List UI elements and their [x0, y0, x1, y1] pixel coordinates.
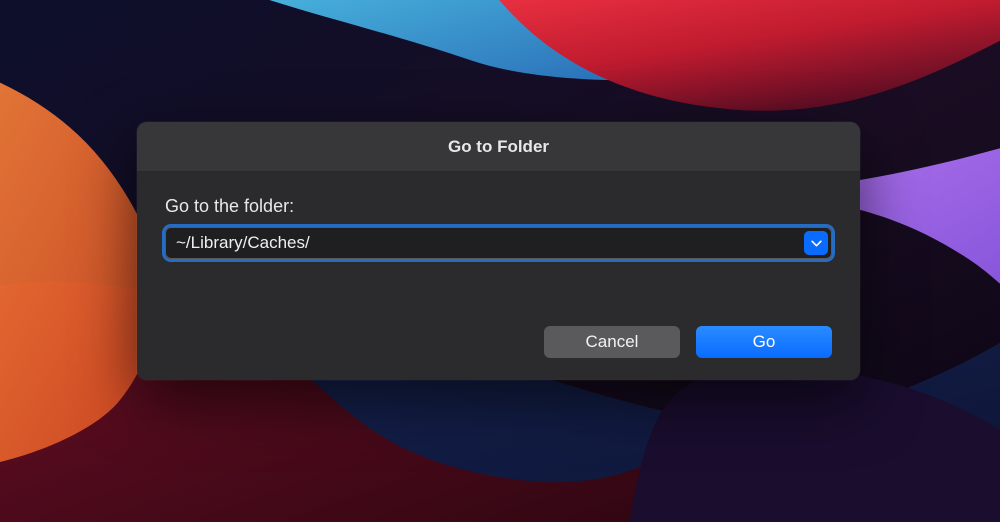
- go-button[interactable]: Go: [696, 326, 832, 358]
- go-to-folder-dialog: Go to Folder Go to the folder: Cancel Go: [137, 122, 860, 380]
- cancel-button[interactable]: Cancel: [544, 326, 680, 358]
- chevron-down-icon: [811, 240, 822, 247]
- path-combobox[interactable]: [165, 227, 832, 259]
- path-label: Go to the folder:: [165, 196, 832, 217]
- dialog-title: Go to Folder: [448, 137, 549, 157]
- dialog-button-row: Cancel Go: [165, 326, 832, 358]
- history-dropdown-button[interactable]: [804, 231, 828, 255]
- path-input[interactable]: [165, 227, 832, 259]
- dialog-titlebar: Go to Folder: [137, 122, 860, 172]
- dialog-body: Go to the folder: Cancel Go: [137, 172, 860, 380]
